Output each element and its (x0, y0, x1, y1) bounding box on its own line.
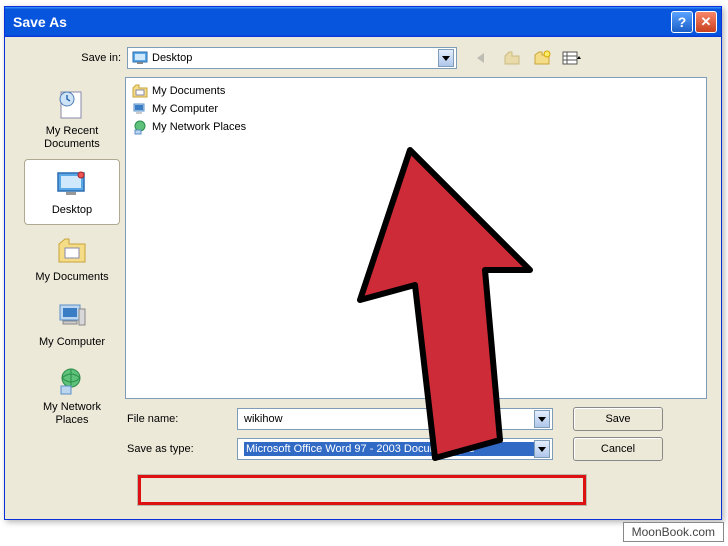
place-my-network-places[interactable]: My Network Places (24, 357, 120, 433)
back-button[interactable] (471, 47, 493, 69)
save-in-row: Save in: Desktop (19, 47, 707, 69)
my-documents-icon (54, 233, 90, 269)
file-name: My Documents (152, 85, 225, 97)
file-name: My Computer (152, 103, 218, 115)
right-column: My Documents My Computer My Network Plac… (125, 77, 707, 467)
main-area: My Recent Documents Desktop My Documents (19, 77, 707, 467)
save-in-value: Desktop (152, 52, 438, 64)
place-desktop[interactable]: Desktop (24, 159, 120, 224)
place-my-computer[interactable]: My Computer (24, 292, 120, 355)
save-button[interactable]: Save (573, 407, 663, 431)
titlebar[interactable]: Save As ? ✕ (5, 7, 721, 37)
list-item[interactable]: My Network Places (130, 118, 702, 136)
file-name-row: File name: wikihow Save (125, 407, 707, 431)
file-name-input[interactable]: wikihow (237, 408, 553, 430)
desktop-icon (132, 50, 148, 66)
save-in-dropdown[interactable]: Desktop (127, 47, 457, 69)
folder-icon (132, 83, 148, 99)
file-name: My Network Places (152, 121, 246, 133)
file-name-label: File name: (125, 413, 237, 425)
place-my-recent-documents[interactable]: My Recent Documents (24, 81, 120, 157)
new-folder-button[interactable] (531, 47, 553, 69)
my-computer-icon (54, 298, 90, 334)
place-label: Desktop (27, 204, 117, 217)
cancel-button[interactable]: Cancel (573, 437, 663, 461)
places-bar: My Recent Documents Desktop My Documents (19, 77, 125, 467)
save-as-type-row: Save as type: Microsoft Office Word 97 -… (125, 437, 707, 461)
watermark: MoonBook.com (623, 522, 724, 542)
views-button[interactable] (561, 47, 583, 69)
save-as-dialog: Save As ? ✕ Save in: Desktop (4, 6, 722, 520)
dialog-body: Save in: Desktop (5, 37, 721, 519)
chevron-down-icon[interactable] (534, 440, 550, 458)
dialog-title: Save As (13, 14, 669, 30)
place-label: My Recent Documents (26, 125, 118, 151)
network-icon (132, 119, 148, 135)
bottom-section: File name: wikihow Save Save as type: Mi… (125, 407, 707, 467)
list-item[interactable]: My Documents (130, 82, 702, 100)
save-in-label: Save in: (59, 52, 127, 64)
recent-documents-icon (54, 87, 90, 123)
file-name-value: wikihow (244, 413, 534, 425)
network-places-icon (54, 363, 90, 399)
place-label: My Documents (26, 271, 118, 284)
place-my-documents[interactable]: My Documents (24, 227, 120, 290)
save-as-type-label: Save as type: (125, 443, 237, 455)
desktop-icon (54, 166, 90, 202)
computer-icon (132, 101, 148, 117)
chevron-down-icon[interactable] (438, 49, 454, 67)
up-one-level-button[interactable] (501, 47, 523, 69)
help-button[interactable]: ? (671, 11, 693, 33)
file-list[interactable]: My Documents My Computer My Network Plac… (125, 77, 707, 399)
close-button[interactable]: ✕ (695, 11, 717, 33)
list-item[interactable]: My Computer (130, 100, 702, 118)
place-label: My Computer (26, 336, 118, 349)
chevron-down-icon[interactable] (534, 410, 550, 428)
save-as-type-dropdown[interactable]: Microsoft Office Word 97 - 2003 Document… (237, 438, 553, 460)
save-as-type-value: Microsoft Office Word 97 - 2003 Document… (244, 442, 534, 456)
place-label: My Network Places (26, 401, 118, 427)
toolbar-buttons (471, 47, 583, 69)
